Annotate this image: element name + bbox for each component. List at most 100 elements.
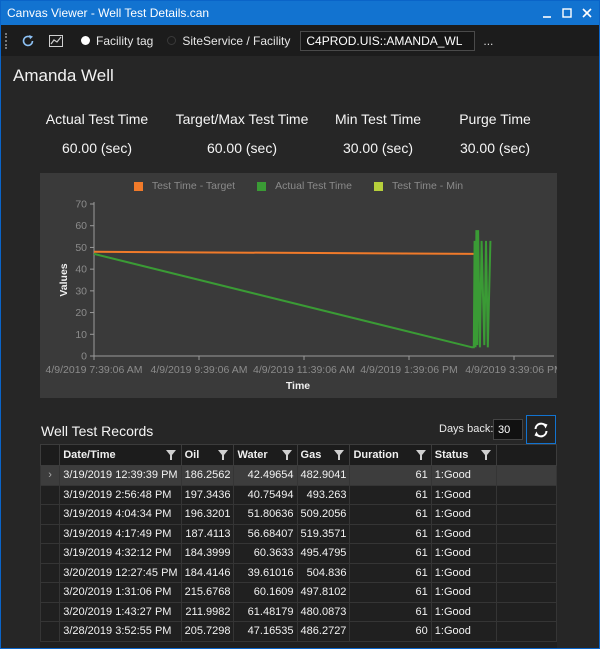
x-tick-label: 4/9/2019 9:39:06 AM <box>151 364 248 376</box>
site-service-radio[interactable]: SiteService / Facility <box>167 34 290 48</box>
cell-duration: 61 <box>349 601 432 622</box>
header-row: Date/Time Oil Water Gas Duration Status <box>40 444 557 466</box>
row-indicator[interactable] <box>40 621 61 642</box>
refresh-records-button[interactable] <box>526 415 556 444</box>
cell-water: 61.48179 <box>233 601 298 622</box>
row-filler <box>495 465 557 486</box>
row-indicator[interactable] <box>40 504 61 525</box>
cell-water: 60.3633 <box>233 543 298 564</box>
cell-gas: 519.3571 <box>296 523 351 544</box>
y-tick-label: 30 <box>75 285 87 297</box>
table-row[interactable]: 3/19/2019 4:04:34 PM 196.3201 51.80636 509.… <box>40 504 557 525</box>
column-header-status[interactable]: Status <box>430 444 497 466</box>
toolbar-grip[interactable] <box>5 32 11 49</box>
column-header-label: Status <box>434 449 469 461</box>
x-tick-label: 4/9/2019 3:39:06 PM <box>465 364 557 376</box>
window-title: Canvas Viewer - Well Test Details.can <box>7 6 210 20</box>
toolbar: Facility tag SiteService / Facility ... <box>1 25 599 56</box>
filter-icon[interactable] <box>281 450 292 463</box>
cell-water: 56.68407 <box>233 523 298 544</box>
site-service-label: SiteService / Facility <box>182 33 291 48</box>
cell-water: 40.75494 <box>233 484 298 505</box>
cell-datetime: 3/19/2019 4:04:34 PM <box>59 504 182 525</box>
column-header-label: Duration <box>353 449 399 461</box>
row-indicator[interactable] <box>40 543 61 564</box>
cell-water: 60.1609 <box>233 582 298 603</box>
table-row[interactable]: 3/19/2019 4:17:49 PM 187.4113 56.68407 519.… <box>40 523 557 544</box>
metric-value: 30.00 (sec) <box>342 140 414 156</box>
records-title: Well Test Records <box>41 423 154 439</box>
cell-oil: 197.3436 <box>180 484 235 505</box>
header-filler <box>495 444 557 466</box>
column-header-datetime[interactable]: Date/Time <box>59 444 182 466</box>
metric-purge-time: Purge Time 30.00 (sec) <box>453 111 537 156</box>
title-bar: Canvas Viewer - Well Test Details.can <box>1 1 599 25</box>
table-row[interactable]: 3/28/2019 3:52:55 PM 205.7298 47.16535 486.… <box>40 621 557 642</box>
current-row-icon[interactable]: › <box>40 465 61 486</box>
minimize-icon[interactable] <box>539 5 555 21</box>
metric-actual-test-time: Actual Test Time 60.00 (sec) <box>41 111 153 156</box>
y-tick-label: 70 <box>75 199 87 211</box>
column-header-label: Water <box>237 449 268 461</box>
cell-datetime: 3/19/2019 4:32:12 PM <box>59 543 182 564</box>
cell-status: 1:Good <box>430 582 497 603</box>
filter-icon[interactable] <box>165 450 176 463</box>
maximize-icon[interactable] <box>559 5 575 21</box>
well-test-details-panel: Amanda Well Actual Test Time 60.00 (sec)… <box>1 56 599 648</box>
table-row[interactable]: 3/19/2019 4:32:12 PM 184.3999 60.3633 495.4… <box>40 543 557 564</box>
radio-unselected-icon <box>167 36 177 45</box>
column-header-duration[interactable]: Duration <box>349 444 432 466</box>
facility-tag-label: Facility tag <box>96 33 154 48</box>
cell-gas: 495.4795 <box>296 543 351 564</box>
chart-icon[interactable] <box>45 30 67 52</box>
cell-status: 1:Good <box>430 562 497 583</box>
tag-input[interactable] <box>300 30 476 51</box>
row-indicator[interactable] <box>40 582 61 603</box>
days-back-input[interactable] <box>493 419 523 440</box>
column-header-oil[interactable]: Oil <box>180 444 235 466</box>
row-filler <box>495 543 557 564</box>
cell-water: 39.61016 <box>233 562 298 583</box>
cell-datetime: 3/28/2019 3:52:55 PM <box>59 621 182 642</box>
metric-value: 60.00 (sec) <box>206 140 278 156</box>
column-header-gas[interactable]: Gas <box>296 444 351 466</box>
row-indicator[interactable] <box>40 562 61 583</box>
series-line-target <box>93 250 475 255</box>
refresh-icon[interactable] <box>17 30 39 52</box>
table-row[interactable]: › 3/19/2019 12:39:39 PM 186.2562 42.49654 48… <box>40 465 557 486</box>
filter-icon[interactable] <box>415 450 426 463</box>
table-row[interactable]: 3/20/2019 1:31:06 PM 215.6768 60.1609 497.8… <box>40 582 557 603</box>
table-row[interactable]: 3/19/2019 2:56:48 PM 197.3436 40.75494 493.… <box>40 484 557 505</box>
cell-oil: 186.2562 <box>180 465 235 486</box>
filter-icon[interactable] <box>334 450 345 463</box>
cell-datetime: 3/19/2019 4:17:49 PM <box>59 523 182 544</box>
row-indicator[interactable] <box>40 601 61 622</box>
cell-duration: 60 <box>349 621 432 642</box>
browse-button[interactable]: ... <box>483 34 493 48</box>
filter-icon[interactable] <box>480 450 491 463</box>
row-filler <box>495 523 557 544</box>
metric-label: Min Test Time <box>334 111 422 127</box>
cell-oil: 184.3999 <box>180 543 235 564</box>
table-row[interactable]: 3/20/2019 1:43:27 PM 211.9982 61.48179 480.… <box>40 601 557 622</box>
cell-gas: 504.836 <box>296 562 351 583</box>
cell-gas: 486.2727 <box>296 621 351 642</box>
column-header-label: Date/Time <box>63 449 116 461</box>
page-title: Amanda Well <box>13 66 114 85</box>
cell-status: 1:Good <box>430 621 497 642</box>
facility-tag-radio[interactable]: Facility tag <box>81 34 153 48</box>
cell-datetime: 3/19/2019 12:39:39 PM <box>59 465 182 486</box>
cell-gas: 497.8102 <box>296 582 351 603</box>
close-icon[interactable] <box>579 5 595 21</box>
column-header-water[interactable]: Water <box>233 444 298 466</box>
filter-icon[interactable] <box>218 450 229 463</box>
cell-oil: 205.7298 <box>180 621 235 642</box>
x-tick-label: 4/9/2019 7:39:06 AM <box>46 364 143 376</box>
cell-water: 47.16535 <box>233 621 298 642</box>
row-indicator[interactable] <box>40 484 61 505</box>
row-indicator[interactable] <box>40 523 61 544</box>
cell-water: 51.80636 <box>233 504 298 525</box>
table-row[interactable]: 3/20/2019 12:27:45 PM 184.4146 39.61016 504… <box>40 562 557 583</box>
cell-datetime: 3/20/2019 1:31:06 PM <box>59 582 182 603</box>
y-axis-label: Values <box>58 263 70 296</box>
